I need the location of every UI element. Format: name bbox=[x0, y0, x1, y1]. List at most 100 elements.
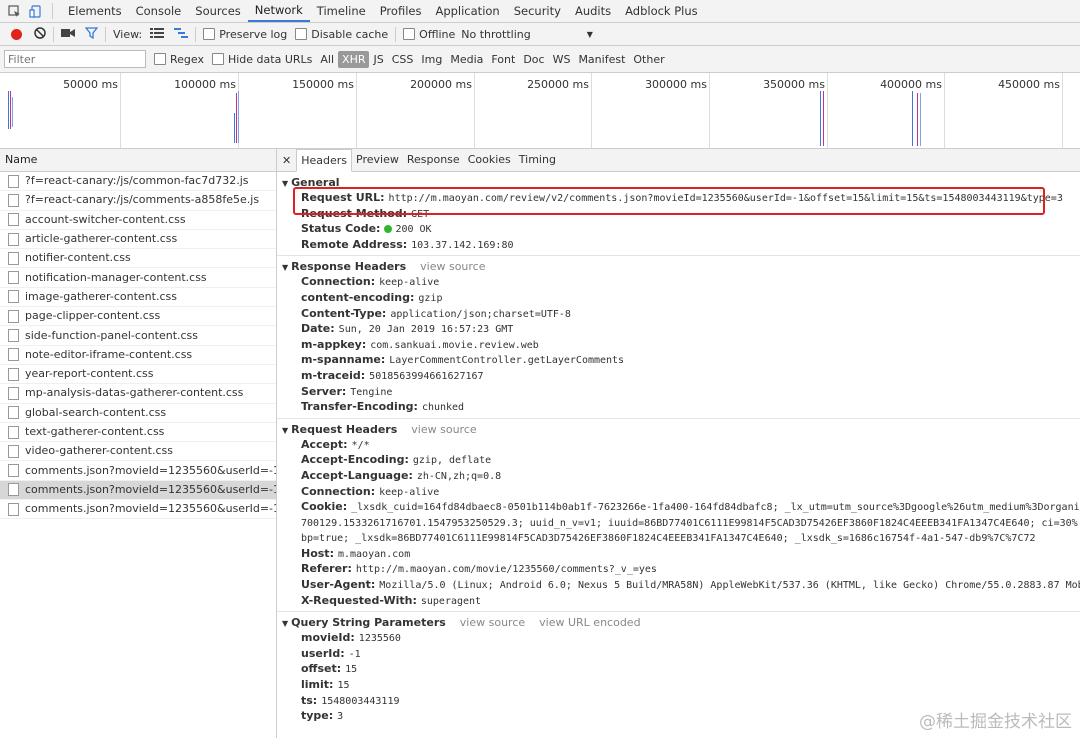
query-params-header[interactable]: ▼ Query String Parameters view source view … bbox=[277, 615, 1080, 630]
checkbox-icon[interactable] bbox=[154, 53, 166, 65]
request-row[interactable]: video-gatherer-content.css bbox=[0, 442, 276, 462]
throttling-select[interactable]: No throttling ▼ bbox=[461, 28, 593, 41]
tab-timing[interactable]: Timing bbox=[515, 149, 560, 171]
divider bbox=[105, 26, 106, 42]
device-toolbar-icon[interactable] bbox=[28, 4, 42, 18]
tab-network[interactable]: Network bbox=[247, 0, 310, 22]
tab-application[interactable]: Application bbox=[428, 0, 506, 22]
filter-icon[interactable] bbox=[84, 26, 99, 42]
request-row[interactable]: page-clipper-content.css bbox=[0, 307, 276, 327]
param-key: movieId: bbox=[301, 631, 355, 645]
tab-response[interactable]: Response bbox=[403, 149, 464, 171]
request-row[interactable]: notification-manager-content.css bbox=[0, 268, 276, 288]
file-icon bbox=[8, 444, 19, 458]
request-row-selected[interactable]: comments.json?movieId=1235560&userId=-1&… bbox=[0, 480, 276, 501]
tab-preview[interactable]: Preview bbox=[352, 149, 403, 171]
regex-checkbox[interactable]: Regex bbox=[154, 53, 204, 66]
inspect-element-icon[interactable] bbox=[7, 4, 21, 18]
request-row[interactable]: image-gatherer-content.css bbox=[0, 288, 276, 308]
header-row: Cookie: _lxsdk_cuid=164fd84dbaec8-0501b11… bbox=[277, 499, 1080, 515]
header-value: keep-alive bbox=[379, 486, 440, 498]
hide-data-urls-checkbox[interactable]: Hide data URLs bbox=[211, 53, 312, 66]
tab-console[interactable]: Console bbox=[129, 0, 189, 22]
filter-type-xhr[interactable]: XHR bbox=[338, 50, 370, 68]
name-column-header[interactable]: Name bbox=[0, 149, 276, 172]
triangle-down-icon: ▼ bbox=[282, 425, 289, 435]
view-source-link[interactable]: view source bbox=[460, 616, 525, 629]
checkbox-icon[interactable] bbox=[211, 53, 224, 65]
preserve-log-checkbox[interactable]: Preserve log bbox=[203, 28, 287, 41]
request-row[interactable]: notifier-content.css bbox=[0, 249, 276, 269]
request-name: comments.json?movieId=1235560&userId=-1&… bbox=[25, 463, 276, 477]
header-value: LayerCommentController.getLayerComments bbox=[389, 355, 625, 367]
header-value: zh-CN,zh;q=0.8 bbox=[416, 470, 502, 482]
request-row[interactable]: account-switcher-content.css bbox=[0, 211, 276, 230]
file-icon bbox=[8, 348, 19, 362]
tab-profiles[interactable]: Profiles bbox=[373, 0, 429, 22]
checkbox-icon[interactable] bbox=[403, 28, 416, 40]
header-row: User-Agent: Mozilla/5.0 (Linux; Android 6… bbox=[277, 577, 1080, 593]
checkbox-icon[interactable] bbox=[203, 28, 216, 40]
tab-security[interactable]: Security bbox=[507, 0, 568, 22]
tab-cookies[interactable]: Cookies bbox=[464, 149, 515, 171]
view-source-link[interactable]: view source bbox=[411, 423, 476, 436]
request-name: page-clipper-content.css bbox=[25, 309, 161, 323]
filter-input[interactable] bbox=[4, 50, 146, 68]
screenshot-capture-icon[interactable] bbox=[61, 28, 75, 41]
request-headers-header[interactable]: ▼ Request Headers view source bbox=[277, 422, 1080, 437]
disable-cache-checkbox[interactable]: Disable cache bbox=[295, 28, 388, 41]
request-row[interactable]: mp-analysis-datas-gatherer-content.css bbox=[0, 384, 276, 404]
checkbox-icon[interactable] bbox=[295, 28, 308, 40]
request-row[interactable]: year-report-content.css bbox=[0, 365, 276, 385]
filter-type-font[interactable]: Font bbox=[487, 53, 519, 66]
request-row[interactable]: side-function-panel-content.css bbox=[0, 326, 276, 346]
filter-type-all[interactable]: All bbox=[316, 53, 338, 66]
close-icon[interactable]: ✕ bbox=[277, 154, 296, 167]
request-row[interactable]: article-gatherer-content.css bbox=[0, 230, 276, 250]
request-row[interactable]: comments.json?movieId=1235560&userId=-1&… bbox=[0, 461, 276, 481]
filter-type-manifest[interactable]: Manifest bbox=[574, 53, 629, 66]
filter-type-img[interactable]: Img bbox=[417, 53, 446, 66]
request-row[interactable]: text-gatherer-content.css bbox=[0, 423, 276, 443]
request-row[interactable]: ?f=react-canary:/js/common-fac7d732.js bbox=[0, 172, 276, 192]
filter-type-js[interactable]: JS bbox=[369, 53, 387, 66]
header-key: Accept: bbox=[301, 437, 348, 451]
timeline-tick-label: 50000 ms bbox=[63, 78, 118, 91]
view-url-encoded-link[interactable]: view URL encoded bbox=[539, 616, 640, 629]
waterfall-overview-icon[interactable] bbox=[174, 27, 189, 41]
tab-timeline[interactable]: Timeline bbox=[310, 0, 373, 22]
request-row[interactable]: note-editor-iframe-content.css bbox=[0, 346, 276, 365]
header-key: Accept-Language: bbox=[301, 468, 413, 482]
request-row[interactable]: comments.json?movieId=1235560&userId=-1&… bbox=[0, 500, 276, 520]
record-icon[interactable] bbox=[11, 28, 22, 40]
view-source-link[interactable]: view source bbox=[420, 260, 485, 273]
section-title: Request Headers bbox=[291, 422, 398, 436]
tab-elements[interactable]: Elements bbox=[61, 0, 129, 22]
request-name: year-report-content.css bbox=[25, 367, 154, 381]
filter-type-ws[interactable]: WS bbox=[549, 53, 575, 66]
tab-sources[interactable]: Sources bbox=[188, 0, 248, 22]
tab-audits[interactable]: Audits bbox=[568, 0, 618, 22]
tab-headers[interactable]: Headers bbox=[296, 149, 353, 172]
request-name: account-switcher-content.css bbox=[25, 212, 186, 226]
regex-label: Regex bbox=[170, 52, 204, 66]
filter-type-css[interactable]: CSS bbox=[388, 53, 418, 66]
header-value: com.sankuai.movie.review.web bbox=[370, 339, 539, 351]
param-row: movieId: 1235560 bbox=[277, 630, 1080, 646]
clear-icon[interactable] bbox=[34, 26, 46, 42]
offline-checkbox[interactable]: Offline bbox=[403, 28, 455, 41]
param-key: limit: bbox=[301, 678, 334, 692]
header-key: Accept-Encoding: bbox=[301, 453, 409, 467]
response-headers-header[interactable]: ▼ Response Headers view source bbox=[277, 259, 1080, 274]
timeline-overview[interactable]: 50000 ms 100000 ms 150000 ms 200000 ms 2… bbox=[0, 73, 1080, 149]
filter-type-other[interactable]: Other bbox=[629, 53, 668, 66]
filter-type-media[interactable]: Media bbox=[446, 53, 487, 66]
request-row[interactable]: global-search-content.css bbox=[0, 404, 276, 423]
filter-type-doc[interactable]: Doc bbox=[519, 53, 548, 66]
large-rows-icon[interactable] bbox=[150, 27, 165, 41]
tab-adblock-plus[interactable]: Adblock Plus bbox=[618, 0, 705, 22]
request-row[interactable]: ?f=react-canary:/js/comments-a858fe5e.js bbox=[0, 191, 276, 211]
general-section-header[interactable]: ▼ General bbox=[277, 175, 1080, 190]
header-row: Referer: http://m.maoyan.com/movie/123556… bbox=[277, 561, 1080, 577]
timeline-request-marker bbox=[917, 93, 918, 146]
